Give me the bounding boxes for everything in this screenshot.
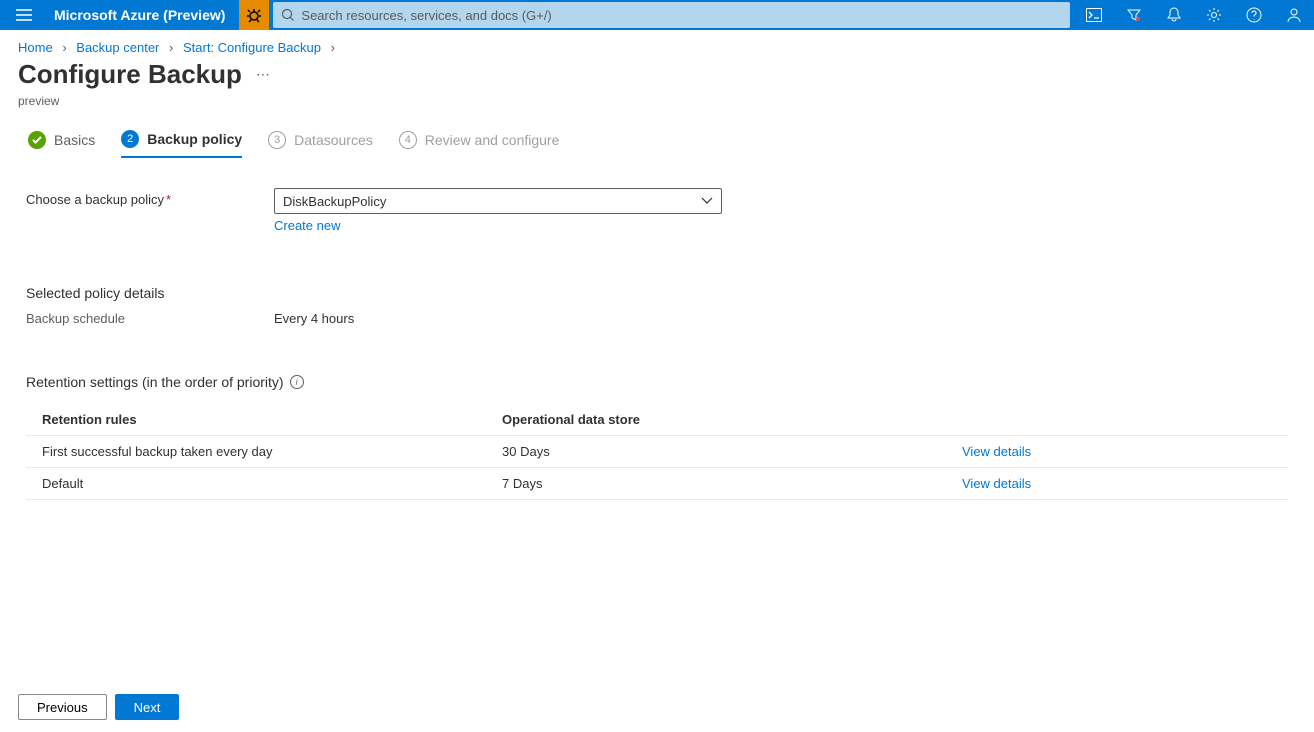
page-subtitle: preview (0, 94, 1314, 130)
search-icon (281, 8, 295, 22)
chevron-down-icon (701, 197, 713, 205)
col-retention-rules: Retention rules (26, 404, 486, 436)
wizard-steps: Basics 2 Backup policy 3 Datasources 4 R… (0, 130, 1314, 166)
step-label: Basics (54, 132, 95, 148)
schedule-value: Every 4 hours (274, 311, 354, 326)
retention-rule: Default (26, 468, 486, 500)
check-icon (28, 131, 46, 149)
cloud-shell-icon[interactable] (1074, 0, 1114, 30)
content-area: Choose a backup policy* DiskBackupPolicy… (0, 166, 1314, 522)
breadcrumb-configure-backup[interactable]: Start: Configure Backup (183, 40, 321, 55)
policy-field-control: DiskBackupPolicy Create new (274, 188, 722, 233)
step-label: Review and configure (425, 132, 560, 148)
page-title: Configure Backup (18, 59, 242, 90)
policy-field-row: Choose a backup policy* DiskBackupPolicy… (26, 188, 1288, 233)
menu-icon[interactable] (0, 0, 48, 30)
bug-icon[interactable] (239, 0, 269, 30)
help-icon[interactable] (1234, 0, 1274, 30)
schedule-row: Backup schedule Every 4 hours (26, 311, 1288, 326)
retention-rule: First successful backup taken every day (26, 436, 486, 468)
top-icons (1074, 0, 1314, 30)
more-actions-icon[interactable]: ⋯ (256, 66, 271, 83)
brand-label[interactable]: Microsoft Azure (Preview) (48, 7, 239, 23)
policy-selected-value: DiskBackupPolicy (283, 194, 386, 209)
breadcrumb-backup-center[interactable]: Backup center (76, 40, 159, 55)
step-review[interactable]: 4 Review and configure (399, 131, 560, 157)
next-button[interactable]: Next (115, 694, 180, 720)
schedule-label: Backup schedule (26, 311, 274, 326)
policy-details-heading: Selected policy details (26, 285, 1288, 301)
step-number: 2 (121, 130, 139, 148)
breadcrumb: Home › Backup center › Start: Configure … (0, 30, 1314, 59)
account-icon[interactable] (1274, 0, 1314, 30)
step-label: Datasources (294, 132, 373, 148)
info-icon[interactable]: i (290, 375, 304, 389)
table-row: First successful backup taken every day … (26, 436, 1288, 468)
chevron-right-icon: › (331, 40, 335, 55)
step-datasources[interactable]: 3 Datasources (268, 131, 373, 157)
title-row: Configure Backup ⋯ (0, 59, 1314, 94)
col-operational-store: Operational data store (486, 404, 946, 436)
chevron-right-icon: › (169, 40, 173, 55)
footer-actions: Previous Next (0, 682, 1314, 732)
step-label: Backup policy (147, 131, 242, 147)
required-asterisk: * (166, 192, 171, 207)
settings-icon[interactable] (1194, 0, 1234, 30)
col-actions (946, 404, 1288, 436)
view-details-link[interactable]: View details (962, 444, 1031, 459)
retention-store: 30 Days (486, 436, 946, 468)
top-bar: Microsoft Azure (Preview) (0, 0, 1314, 30)
policy-field-label: Choose a backup policy* (26, 188, 274, 207)
step-number: 3 (268, 131, 286, 149)
retention-table: Retention rules Operational data store F… (26, 404, 1288, 500)
create-new-link[interactable]: Create new (274, 218, 722, 233)
retention-heading: Retention settings (in the order of prio… (26, 374, 1288, 390)
chevron-right-icon: › (62, 40, 66, 55)
view-details-link[interactable]: View details (962, 476, 1031, 491)
search-box[interactable] (273, 2, 1070, 28)
breadcrumb-home[interactable]: Home (18, 40, 53, 55)
step-backup-policy[interactable]: 2 Backup policy (121, 130, 242, 158)
retention-store: 7 Days (486, 468, 946, 500)
previous-button[interactable]: Previous (18, 694, 107, 720)
step-number: 4 (399, 131, 417, 149)
search-input[interactable] (301, 8, 1062, 23)
policy-select[interactable]: DiskBackupPolicy (274, 188, 722, 214)
table-row: Default 7 Days View details (26, 468, 1288, 500)
step-basics[interactable]: Basics (28, 131, 95, 157)
filter-icon[interactable] (1114, 0, 1154, 30)
notifications-icon[interactable] (1154, 0, 1194, 30)
